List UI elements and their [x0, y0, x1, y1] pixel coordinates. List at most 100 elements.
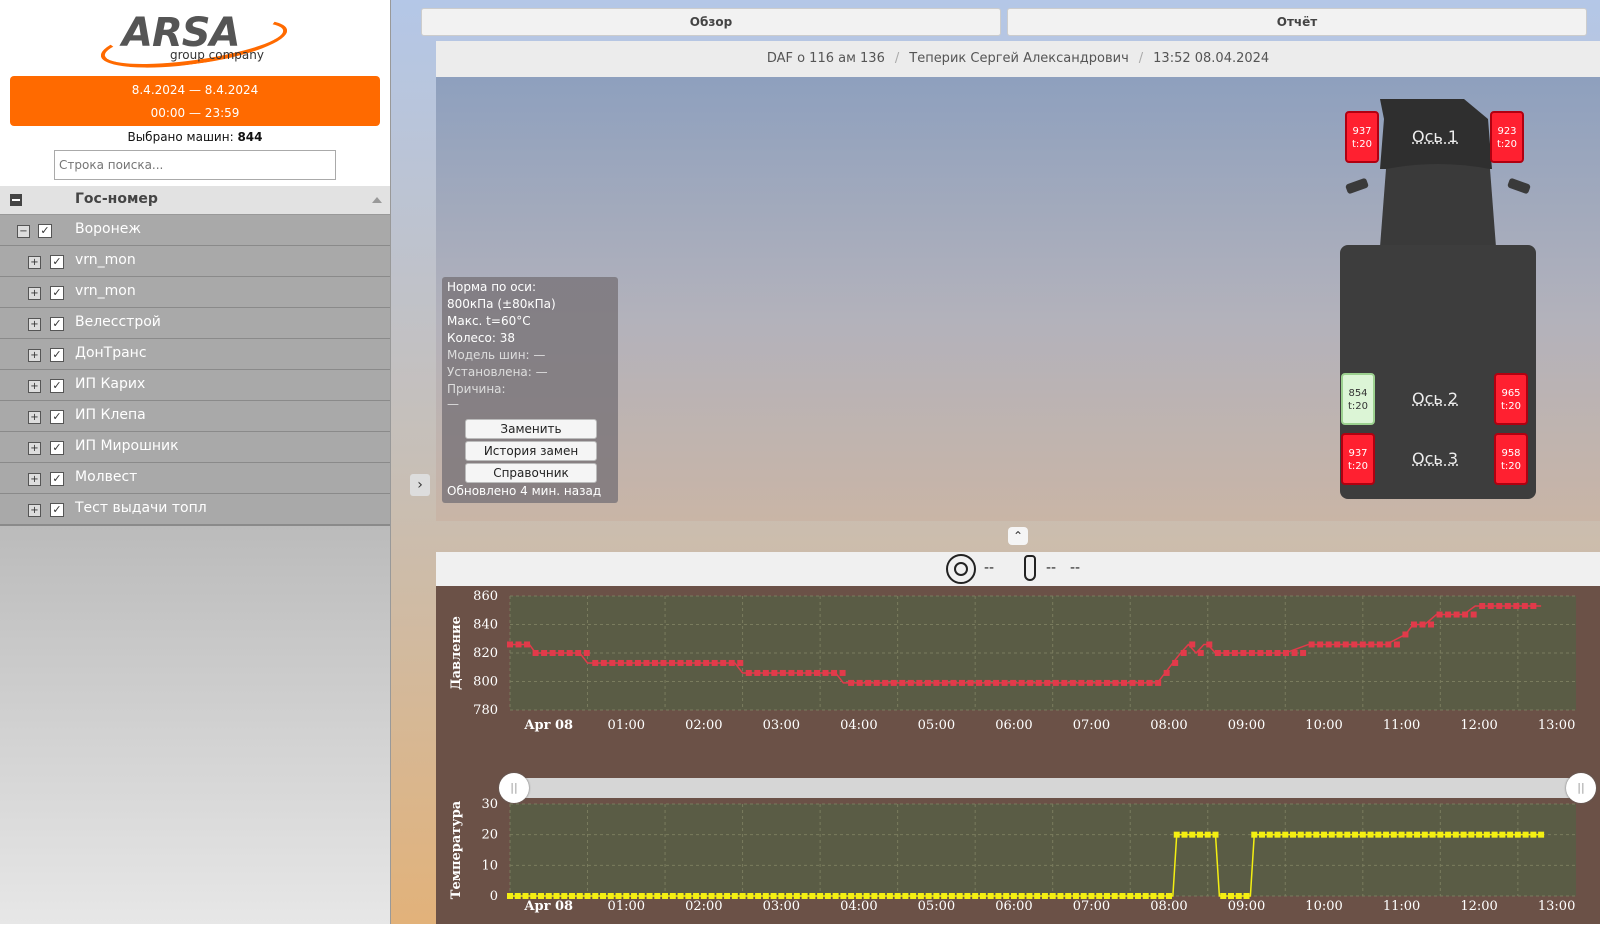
y-tick-label: 840 — [473, 618, 498, 633]
tab-overview[interactable]: Обзор — [421, 8, 1001, 36]
plot-area — [510, 804, 1576, 896]
tree-item-row[interactable]: + ✓ ИП Мирошник — [0, 432, 390, 464]
tree-item-row[interactable]: + ✓ Молвест — [0, 463, 390, 495]
tree-header[interactable]: Гос-номер — [0, 186, 390, 215]
item-checkbox[interactable]: ✓ — [50, 379, 64, 393]
data-point — [549, 650, 556, 656]
item-checkbox[interactable]: ✓ — [50, 410, 64, 424]
data-point — [964, 893, 971, 899]
item-checkbox[interactable]: ✓ — [50, 472, 64, 486]
data-point — [575, 650, 582, 656]
search-input[interactable] — [54, 150, 336, 180]
axle-label[interactable]: Ось 2 — [1412, 389, 1458, 408]
item-checkbox[interactable]: ✓ — [50, 286, 64, 300]
tire-axle1-left[interactable]: 937 t:20 — [1345, 111, 1379, 163]
data-point — [894, 893, 901, 899]
tire-axle3-left[interactable]: 937 t:20 — [1341, 433, 1375, 485]
collapse-group-icon[interactable]: − — [17, 225, 30, 238]
expand-icon[interactable]: + — [28, 411, 41, 424]
tire-axle3-right[interactable]: 958 t:20 — [1494, 433, 1528, 485]
data-point — [995, 893, 1002, 899]
data-point — [1352, 831, 1359, 838]
data-point — [1150, 893, 1157, 899]
data-point — [1359, 831, 1366, 838]
date-range-picker[interactable]: 8.4.2024 — 8.4.2024 00:00 — 23:59 — [10, 76, 380, 126]
data-point — [933, 679, 940, 686]
data-point — [1257, 650, 1264, 656]
item-checkbox[interactable]: ✓ — [50, 317, 64, 331]
history-button[interactable]: История замен — [465, 441, 597, 461]
x-tick-label: 08:00 — [1150, 899, 1187, 914]
data-point — [993, 679, 1000, 686]
data-point — [1328, 831, 1335, 838]
data-point — [1072, 893, 1079, 899]
item-checkbox[interactable]: ✓ — [50, 348, 64, 362]
item-checkbox[interactable]: ✓ — [50, 503, 64, 517]
x-tick-label: 11:00 — [1383, 899, 1420, 914]
expand-icon[interactable]: + — [28, 504, 41, 517]
x-tick-label: 07:00 — [1073, 718, 1110, 733]
range-slider-left-handle[interactable]: || — [499, 773, 529, 803]
item-checkbox[interactable]: ✓ — [50, 255, 64, 269]
data-point — [1291, 650, 1298, 656]
data-point — [1231, 650, 1238, 656]
tire-axle2-left[interactable]: 854 t:20 — [1341, 373, 1375, 425]
data-point — [1419, 621, 1426, 628]
data-point — [1445, 831, 1452, 838]
collapse-all-icon[interactable] — [10, 194, 22, 206]
sidebar: ARSA group company 8.4.2024 — 8.4.2024 0… — [0, 0, 391, 924]
data-point — [1129, 679, 1136, 686]
expand-icon[interactable]: + — [28, 349, 41, 362]
tree-item-row[interactable]: + ✓ ИП Клепа — [0, 401, 390, 433]
data-point — [514, 893, 521, 899]
data-point — [1041, 893, 1048, 899]
tree-item-row[interactable]: + ✓ vrn_mon — [0, 246, 390, 278]
tire-axle2-right[interactable]: 965 t:20 — [1494, 373, 1528, 425]
data-point — [814, 669, 821, 676]
collapse-sidebar-button[interactable]: › — [410, 474, 430, 496]
replace-button[interactable]: Заменить — [465, 419, 597, 439]
data-point — [1034, 893, 1041, 899]
data-point — [917, 893, 924, 899]
pressure-readout: -- — [984, 560, 995, 576]
x-tick-label: 07:00 — [1073, 899, 1110, 914]
data-point — [762, 893, 769, 899]
data-point — [1103, 893, 1110, 899]
tree-item-row[interactable]: + ✓ Велесстрой — [0, 308, 390, 340]
axle-label[interactable]: Ось 3 — [1412, 449, 1458, 468]
tree-item-row[interactable]: + ✓ ДонТранс — [0, 339, 390, 371]
expand-icon[interactable]: + — [28, 473, 41, 486]
tree-group-row[interactable]: − ✓ Воронеж — [0, 215, 390, 247]
axle-label[interactable]: Ось 1 — [1412, 127, 1458, 146]
item-checkbox[interactable]: ✓ — [50, 441, 64, 455]
data-point — [1134, 893, 1141, 899]
tree-item-row[interactable]: + ✓ Тест выдачи топл — [0, 494, 390, 526]
data-point — [1375, 831, 1382, 838]
sensor-charts: 780 800 820 840 860 Apr 08 01:00 02:00 03:00 04:0… — [449, 589, 1576, 914]
data-point — [1112, 679, 1119, 686]
expand-icon[interactable]: + — [28, 442, 41, 455]
sort-asc-icon[interactable] — [372, 197, 382, 203]
expand-icon[interactable]: + — [28, 380, 41, 393]
data-point — [1530, 831, 1537, 838]
expand-icon[interactable]: + — [28, 318, 41, 331]
data-point — [831, 669, 838, 676]
data-point — [907, 679, 914, 686]
range-slider-track[interactable] — [513, 778, 1578, 798]
group-checkbox[interactable]: ✓ — [38, 224, 52, 238]
y-tick-label: 10 — [481, 858, 498, 873]
data-point — [677, 893, 684, 899]
tire-axle1-right[interactable]: 923 t:20 — [1490, 111, 1524, 163]
expand-icon[interactable]: + — [28, 256, 41, 269]
expand-icon[interactable]: + — [28, 287, 41, 300]
date-range-dates: 8.4.2024 — 8.4.2024 — [131, 83, 259, 97]
tree-item-row[interactable]: + ✓ vrn_mon — [0, 277, 390, 309]
reference-button[interactable]: Справочник — [465, 463, 597, 483]
last-update-datetime: 13:52 08.04.2024 — [1153, 51, 1270, 66]
range-slider-right-handle[interactable]: || — [1566, 773, 1596, 803]
data-point — [1453, 611, 1460, 618]
tree-item-row[interactable]: + ✓ ИП Карих — [0, 370, 390, 402]
x-tick-label: 01:00 — [608, 718, 645, 733]
tab-report[interactable]: Отчёт — [1007, 8, 1587, 36]
toggle-scene-button[interactable]: ⌃ — [1008, 527, 1028, 545]
